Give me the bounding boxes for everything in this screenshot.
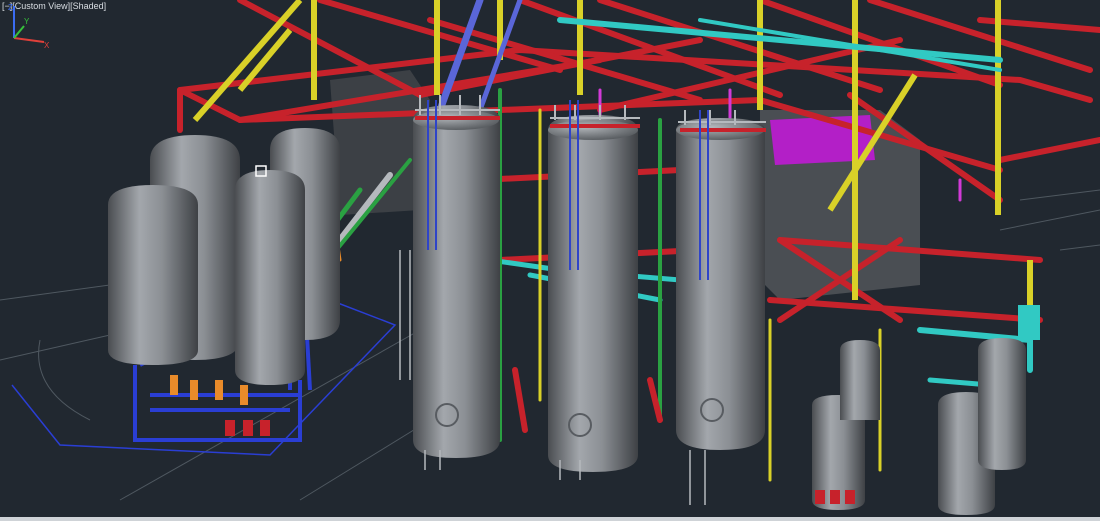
process-towers [413,105,765,472]
right-skid-pumps [815,490,855,504]
x-axis-label: X [44,41,50,50]
plant-3d-model[interactable] [0,0,1100,521]
left-skid-valves [170,375,248,405]
left-skid-pumps [225,420,270,436]
command-line-edge [0,517,1100,521]
visual-style-button[interactable]: [Shaded] [70,1,106,11]
model-viewport[interactable]: [−][Custom View][Shaded] Z X Y [0,0,1100,521]
x-axis [13,37,45,43]
z-axis-label: Z [8,3,13,12]
y-axis [13,25,25,39]
storage-drums [108,128,340,385]
y-axis-label: Y [24,17,30,26]
ucs-icon: Z X Y [8,3,50,50]
